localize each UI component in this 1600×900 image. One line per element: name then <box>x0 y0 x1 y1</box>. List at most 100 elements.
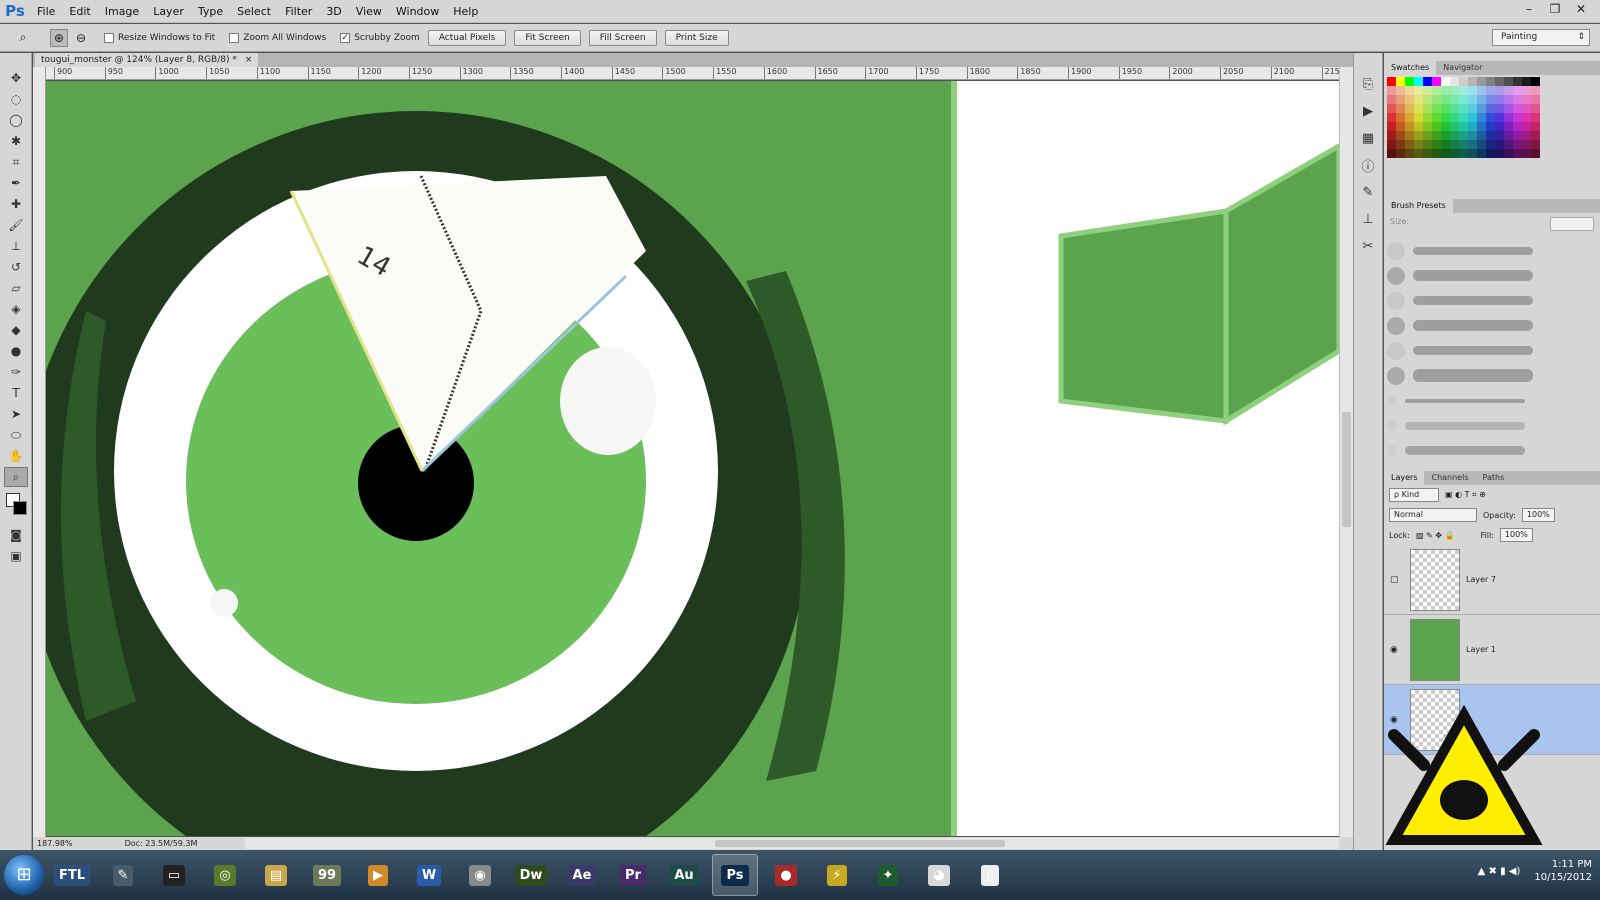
color-swatch[interactable] <box>1486 140 1495 149</box>
color-swatch[interactable] <box>1468 140 1477 149</box>
color-swatch[interactable] <box>1522 113 1531 122</box>
color-swatch[interactable] <box>1432 167 1441 176</box>
color-swatch[interactable] <box>1495 77 1504 86</box>
color-swatch[interactable] <box>1486 122 1495 131</box>
color-swatch[interactable] <box>1423 149 1432 158</box>
color-swatch[interactable] <box>1450 95 1459 104</box>
color-swatch[interactable] <box>1495 113 1504 122</box>
color-swatch[interactable] <box>1414 77 1423 86</box>
color-swatch[interactable] <box>1459 113 1468 122</box>
color-swatch[interactable] <box>1396 140 1405 149</box>
color-swatch[interactable] <box>1405 95 1414 104</box>
color-swatch[interactable] <box>1450 149 1459 158</box>
color-swatch[interactable] <box>1468 167 1477 176</box>
color-swatch[interactable] <box>1513 77 1522 86</box>
brush-preset[interactable] <box>1387 438 1597 463</box>
color-swatch[interactable] <box>1531 149 1540 158</box>
blur-tool-icon[interactable]: ◆ <box>4 320 28 340</box>
color-swatch[interactable] <box>1405 77 1414 86</box>
color-swatch[interactable] <box>1405 149 1414 158</box>
close-button[interactable]: ✕ <box>1570 0 1592 18</box>
taskbar-app-12[interactable]: Au <box>661 854 707 896</box>
color-swatch[interactable] <box>1441 158 1450 167</box>
menu-3d[interactable]: 3D <box>319 5 348 18</box>
color-swatch[interactable] <box>1396 95 1405 104</box>
color-swatch[interactable] <box>1513 86 1522 95</box>
color-swatch[interactable] <box>1513 158 1522 167</box>
vertical-scrollbar[interactable] <box>1339 67 1353 837</box>
taskbar-app-9[interactable]: Dw <box>508 854 554 896</box>
color-swatch[interactable] <box>1414 122 1423 131</box>
eyedropper-tool-icon[interactable]: ✒ <box>4 173 28 193</box>
color-swatch[interactable] <box>1495 167 1504 176</box>
color-swatch[interactable] <box>1441 176 1450 185</box>
fill-screen-button[interactable]: Fill Screen <box>588 29 657 46</box>
brush-icon[interactable]: ✎ <box>1357 181 1379 203</box>
color-swatch[interactable] <box>1522 167 1531 176</box>
color-swatch[interactable] <box>1432 122 1441 131</box>
color-swatch[interactable] <box>1477 158 1486 167</box>
color-swatch[interactable] <box>1468 104 1477 113</box>
tab-channels[interactable]: Channels <box>1424 471 1475 485</box>
menu-edit[interactable]: Edit <box>62 5 97 18</box>
color-swatch[interactable] <box>1531 131 1540 140</box>
path-select-icon[interactable]: ➤ <box>4 404 28 424</box>
color-swatch[interactable] <box>1459 167 1468 176</box>
color-swatch[interactable] <box>1432 131 1441 140</box>
visibility-off-icon[interactable]: ▢ <box>1390 575 1404 585</box>
color-swatch[interactable] <box>1414 149 1423 158</box>
color-swatch[interactable] <box>1477 95 1486 104</box>
color-swatch[interactable] <box>1531 176 1540 185</box>
menu-file[interactable]: File <box>30 5 62 18</box>
checkbox-icon[interactable] <box>104 32 114 43</box>
ellipse-tool-icon[interactable]: ⬭ <box>4 425 28 445</box>
color-swatch[interactable] <box>1513 122 1522 131</box>
color-swatch[interactable] <box>1531 95 1540 104</box>
color-swatch[interactable] <box>1531 113 1540 122</box>
tab-swatches[interactable]: Swatches <box>1384 61 1437 75</box>
zoom-in-icon[interactable]: ⊕ <box>50 28 68 47</box>
color-swatch[interactable] <box>1531 158 1540 167</box>
color-swatch[interactable] <box>1423 104 1432 113</box>
color-swatch[interactable] <box>1495 131 1504 140</box>
menu-type[interactable]: Type <box>191 5 230 18</box>
color-swatch[interactable] <box>1495 104 1504 113</box>
color-swatch[interactable] <box>1495 140 1504 149</box>
brush-preset[interactable] <box>1387 288 1597 313</box>
color-swatch[interactable] <box>1459 77 1468 86</box>
quick-mask-icon[interactable]: ◙ <box>4 525 28 545</box>
color-swatch[interactable] <box>1504 95 1513 104</box>
color-swatch[interactable] <box>1504 176 1513 185</box>
color-swatch[interactable] <box>1414 167 1423 176</box>
color-swatch[interactable] <box>1405 131 1414 140</box>
color-swatch[interactable] <box>1450 158 1459 167</box>
color-swatch[interactable] <box>1486 86 1495 95</box>
scroll-thumb[interactable] <box>1342 412 1351 527</box>
color-swatch[interactable] <box>1504 167 1513 176</box>
brush-tool-icon[interactable]: 🖌 <box>4 215 28 235</box>
color-swatch[interactable] <box>1432 158 1441 167</box>
start-button[interactable]: ⊞ <box>4 855 44 895</box>
actual-pixels-button[interactable]: Actual Pixels <box>427 29 507 46</box>
brush-preset[interactable] <box>1387 388 1597 413</box>
lock-icons[interactable]: ▨ ✎ ✥ 🔒 <box>1416 531 1455 540</box>
color-swatch[interactable] <box>1522 140 1531 149</box>
tab-navigator[interactable]: Navigator <box>1436 61 1489 75</box>
brush-preset[interactable] <box>1387 338 1597 363</box>
color-swatch[interactable] <box>1477 104 1486 113</box>
layer-row[interactable]: ◉ Layer 1 <box>1384 615 1600 685</box>
color-swatch[interactable] <box>1414 86 1423 95</box>
pen-tool-icon[interactable]: ✑ <box>4 362 28 382</box>
close-tab-icon[interactable]: × <box>245 53 253 67</box>
color-swatch[interactable] <box>1405 167 1414 176</box>
color-swatch[interactable] <box>1513 149 1522 158</box>
color-swatch[interactable] <box>1396 131 1405 140</box>
actions-icon[interactable]: ▶ <box>1357 100 1379 122</box>
zoom-level[interactable]: 187.98% <box>37 839 73 848</box>
color-swatch[interactable] <box>1405 122 1414 131</box>
properties-icon[interactable]: ▦ <box>1357 127 1379 149</box>
color-swatch[interactable] <box>1513 167 1522 176</box>
marquee-tool-icon[interactable]: ◌ <box>4 89 28 109</box>
zoom-tool-icon[interactable]: ⌕ <box>4 467 28 487</box>
color-swatch[interactable] <box>1513 176 1522 185</box>
